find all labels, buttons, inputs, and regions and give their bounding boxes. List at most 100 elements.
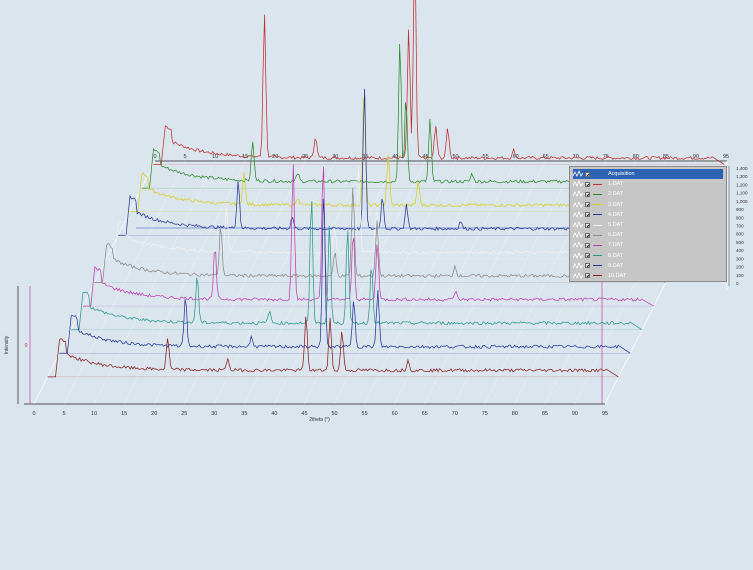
z-tick-label: 1,400 — [736, 166, 748, 171]
legend-checkbox[interactable] — [585, 242, 590, 248]
legend-item-10-dat[interactable]: 10.DAT — [573, 271, 723, 281]
legend-item-9-dat[interactable]: 9.DAT — [573, 261, 723, 271]
y-marker-label: 0 — [25, 343, 28, 349]
front-tick-label: 30 — [211, 411, 217, 417]
front-tick-label: 65 — [422, 411, 428, 417]
legend-checkbox[interactable] — [585, 202, 590, 208]
back-tick-label: 15 — [242, 154, 248, 160]
legend-label: 1.DAT — [608, 181, 624, 188]
legend-label: 9.DAT — [608, 262, 624, 269]
legend-swatch — [593, 204, 602, 206]
legend-item-5-dat[interactable]: 5.DAT — [573, 220, 723, 230]
legend-checkbox[interactable] — [585, 222, 590, 228]
front-tick-label: 5 — [63, 411, 66, 417]
legend-checkbox[interactable] — [585, 232, 590, 238]
legend-swatch — [593, 183, 602, 185]
legend-checkbox[interactable] — [585, 191, 590, 197]
legend-label: 2.DAT — [608, 191, 624, 198]
front-tick-label: 85 — [542, 411, 548, 417]
chart-canvas[interactable]: 0055101015152020252530303535404045455050… — [0, 0, 753, 565]
series-line-1-dat — [153, 0, 725, 165]
waveform-icon — [573, 241, 583, 249]
front-tick-label: 20 — [151, 411, 157, 417]
legend-label: 5.DAT — [608, 222, 624, 229]
legend-item-4-dat[interactable]: 4.DAT — [573, 210, 723, 220]
legend-header-acquisition[interactable]: Acquisition — [573, 169, 723, 180]
waveform-icon — [573, 200, 583, 208]
front-tick-label: 35 — [241, 411, 247, 417]
front-tick-label: 90 — [572, 411, 578, 417]
legend-swatch — [593, 193, 602, 195]
legend-label: 7.DAT — [608, 242, 624, 249]
legend-checkbox[interactable] — [585, 181, 590, 187]
waveform-icon — [573, 261, 583, 269]
front-tick-label: 80 — [512, 411, 518, 417]
x-axis-label: 2theta (°) — [309, 417, 330, 423]
waveform-icon — [573, 251, 583, 259]
front-tick-label: 10 — [91, 411, 97, 417]
front-tick-label: 55 — [362, 411, 368, 417]
front-tick-label: 75 — [482, 411, 488, 417]
legend-item-3-dat[interactable]: 3.DAT — [573, 200, 723, 210]
legend-checkbox[interactable] — [585, 273, 590, 279]
z-tick-label: 1,000 — [736, 199, 748, 204]
waveform-icon — [573, 221, 583, 229]
xrd-3d-waterfall-plot: 0 0 5 5 10 10 15 15 20 20 25 25 30 30 35 35 40 40 45 45 50 50… — [0, 0, 753, 565]
legend-swatch — [593, 224, 602, 226]
legend-item-8-dat[interactable]: 8.DAT — [573, 251, 723, 261]
y-axis-label: Intensity — [4, 335, 10, 354]
waveform-icon — [573, 210, 583, 218]
z-tick-label: 600 — [736, 232, 744, 237]
legend-item-7-dat[interactable]: 7.DAT — [573, 240, 723, 250]
legend-label: 6.DAT — [608, 232, 624, 239]
back-tick-label: 95 — [723, 154, 729, 160]
z-tick-label: 0 — [736, 281, 739, 286]
waveform-icon — [573, 180, 583, 188]
front-tick-label: 0 — [32, 411, 35, 417]
z-tick-label: 1,100 — [736, 191, 748, 196]
front-tick-label: 60 — [392, 411, 398, 417]
z-tick-label: 900 — [736, 207, 744, 212]
z-tick-label: 1,300 — [736, 174, 748, 179]
legend-swatch — [593, 265, 602, 267]
legend-swatch — [593, 255, 602, 257]
legend-checkbox[interactable] — [585, 212, 590, 218]
z-tick-label: 200 — [736, 265, 744, 270]
legend-checkbox[interactable] — [585, 263, 590, 269]
z-tick-label: 1,200 — [736, 182, 748, 187]
z-tick-label: 700 — [736, 224, 744, 229]
legend-label: 8.DAT — [608, 252, 624, 259]
legend-label: 3.DAT — [608, 201, 624, 208]
z-tick-label: 500 — [736, 240, 744, 245]
legend-label: 10.DAT — [608, 272, 627, 279]
legend-item-6-dat[interactable]: 6.DAT — [573, 230, 723, 240]
legend-swatch — [593, 214, 602, 216]
front-tick-label: 15 — [121, 411, 127, 417]
legend-item-2-dat[interactable]: 2.DAT — [573, 189, 723, 199]
waveform-icon — [573, 170, 583, 178]
waveform-icon — [573, 271, 583, 279]
legend-swatch — [593, 234, 602, 236]
z-tick-label: 400 — [736, 248, 744, 253]
back-tick-label: 5 — [184, 154, 187, 160]
legend-swatch — [593, 244, 602, 246]
legend-checkbox[interactable] — [585, 253, 590, 259]
z-tick-label: 300 — [736, 256, 744, 261]
waveform-icon — [573, 231, 583, 239]
back-tick-label: 20 — [272, 154, 278, 160]
waveform-icon — [573, 190, 583, 198]
back-tick-label: 85 — [663, 154, 669, 160]
legend-header-label: Acquisition — [608, 171, 635, 178]
front-tick-label: 45 — [301, 411, 307, 417]
legend-label: 4.DAT — [608, 211, 624, 218]
front-tick-label: 50 — [331, 411, 337, 417]
legend-item-1-dat[interactable]: 1.DAT — [573, 179, 723, 189]
front-tick-label: 40 — [271, 411, 277, 417]
front-tick-label: 70 — [452, 411, 458, 417]
back-tick-label: 10 — [212, 154, 218, 160]
front-tick-label: 25 — [181, 411, 187, 417]
front-tick-label: 95 — [602, 411, 608, 417]
z-tick-label: 800 — [736, 215, 744, 220]
series-legend[interactable]: Acquisition 1.DAT 2.DAT 3.DAT 4.DAT 5.DAT 6.D… — [569, 166, 727, 282]
legend-checkbox[interactable] — [585, 171, 590, 177]
